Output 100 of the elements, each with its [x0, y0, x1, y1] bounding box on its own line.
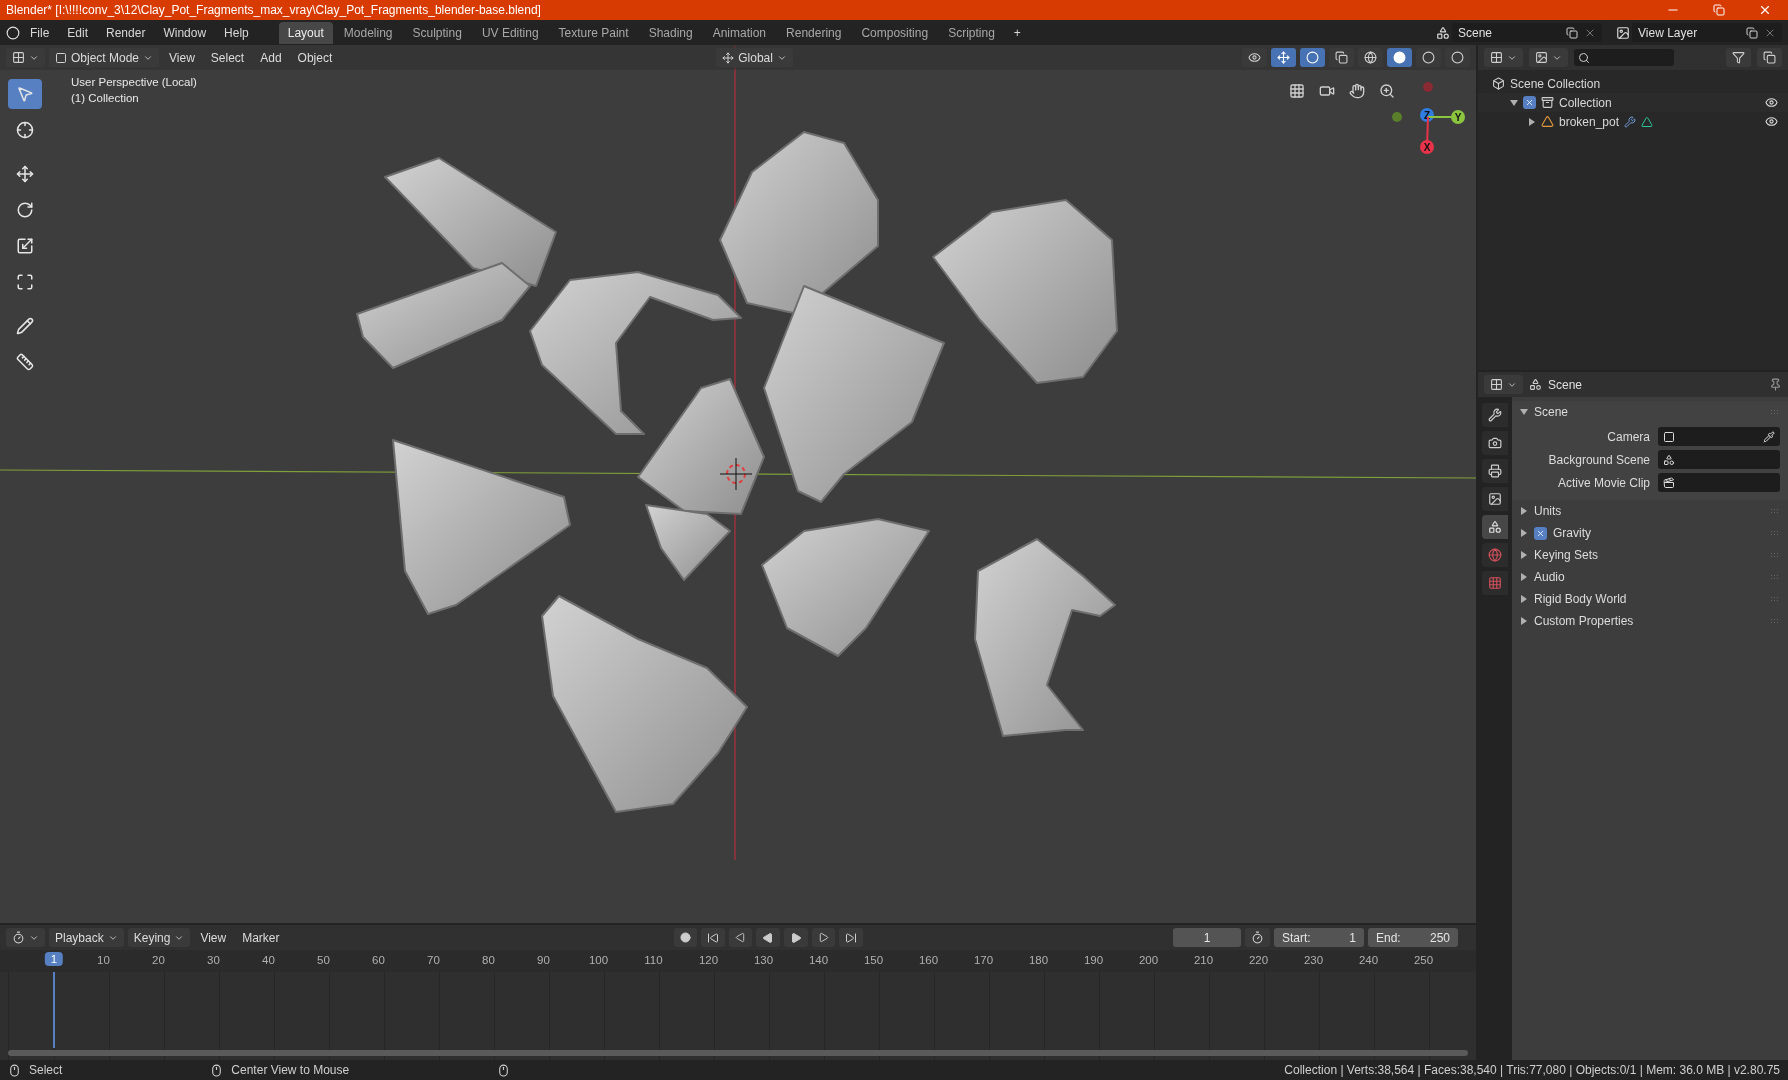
gizmo-handle-icon[interactable]	[1392, 112, 1402, 122]
panel-header[interactable]: Scene	[1512, 401, 1788, 423]
outliner-item[interactable]: Scene Collection	[1510, 76, 1601, 91]
caret-icon[interactable]	[1520, 617, 1528, 625]
mode-dropdown[interactable]: Object Mode	[49, 48, 160, 67]
workspace-tab[interactable]: Texture Paint	[549, 21, 638, 44]
frame-number: 90	[537, 954, 550, 966]
input-field[interactable]	[1658, 450, 1780, 469]
menu-item[interactable]: Edit	[59, 22, 97, 43]
solid-shading-button[interactable]	[1387, 48, 1412, 67]
panel-header[interactable]: Custom Properties	[1512, 610, 1788, 632]
menu-item[interactable]: View	[163, 48, 201, 67]
hand-icon	[1349, 83, 1365, 99]
display-mode-button[interactable]	[1484, 48, 1523, 67]
prev-keyframe-button[interactable]	[728, 928, 752, 947]
workspace-tab[interactable]: Sculpting	[403, 21, 471, 44]
menu-item[interactable]: File	[22, 22, 58, 43]
play-reverse-button[interactable]	[755, 928, 780, 947]
timeline-track[interactable]	[0, 972, 1476, 1060]
properties-tab[interactable]	[1482, 403, 1508, 427]
add-workspace-button[interactable]: +	[1005, 22, 1029, 43]
panel-header[interactable]: Audio	[1512, 566, 1788, 588]
menu-item[interactable]: Object	[291, 48, 339, 67]
menu-item[interactable]: Help	[216, 22, 257, 43]
caret-icon[interactable]	[1520, 573, 1528, 581]
panel-header[interactable]: Gravity	[1512, 522, 1788, 544]
caret-icon[interactable]	[1520, 507, 1528, 515]
filter-button[interactable]	[1726, 48, 1751, 67]
checkbox[interactable]	[1523, 96, 1536, 109]
start-frame-field[interactable]: Start: 1	[1274, 928, 1364, 947]
editor-type-button[interactable]	[6, 928, 45, 947]
outliner-item[interactable]: Collection	[1559, 95, 1612, 110]
material-shading-button[interactable]	[1416, 48, 1441, 67]
end-frame-field[interactable]: End: 250	[1368, 928, 1458, 947]
frame-number: 110	[644, 954, 663, 966]
view-layer-selector[interactable]: View Layer	[1632, 23, 1782, 42]
caret-icon[interactable]	[1520, 529, 1528, 537]
workspace-tab[interactable]: Scripting	[939, 21, 1004, 44]
mouse-icon	[497, 1063, 511, 1077]
outliner-item[interactable]: broken_pot	[1559, 114, 1620, 129]
next-keyframe-button[interactable]	[811, 928, 835, 947]
properties-title: Scene	[1548, 377, 1584, 392]
preview-range-button[interactable]	[1245, 928, 1270, 947]
new-collection-button[interactable]	[1757, 48, 1782, 67]
orientation-dropdown[interactable]: Global	[716, 48, 793, 67]
current-frame-field[interactable]: 1	[1173, 928, 1241, 947]
panel-header[interactable]: Rigid Body World	[1512, 588, 1788, 610]
caret-icon[interactable]	[1528, 117, 1536, 126]
caret-icon[interactable]	[1520, 408, 1528, 416]
search-field[interactable]	[1574, 49, 1674, 66]
menu-item[interactable]: Window	[155, 22, 215, 43]
eye-icon[interactable]	[1765, 96, 1778, 109]
menu-item[interactable]: Add	[254, 48, 288, 67]
menu-dropdown[interactable]: Playback	[49, 928, 124, 947]
scroll-bar[interactable]	[8, 1050, 1468, 1056]
workspace-tab[interactable]: Rendering	[777, 21, 851, 44]
properties-tab[interactable]	[1482, 515, 1508, 539]
workspace-tab[interactable]: Compositing	[852, 21, 938, 44]
menu-dropdown[interactable]: Keying	[127, 928, 191, 947]
eyedropper-icon	[1763, 430, 1775, 443]
xray-toggle[interactable]	[1329, 48, 1354, 67]
workspace-tab[interactable]: Shading	[639, 21, 702, 44]
current-frame-marker[interactable]: 1	[44, 952, 64, 966]
gizmo-toggle[interactable]	[1271, 48, 1296, 67]
properties-tab[interactable]	[1482, 431, 1508, 455]
visibility-button[interactable]	[1242, 48, 1267, 67]
menu-item[interactable]: Render	[98, 22, 154, 43]
workspace-tab[interactable]: Modeling	[334, 21, 402, 44]
eye-icon[interactable]	[1765, 115, 1778, 128]
caret-icon[interactable]	[1510, 98, 1518, 107]
solid-sphere-icon	[1393, 51, 1406, 64]
menu-item[interactable]: Select	[204, 48, 251, 67]
workspace-tab[interactable]: Layout	[278, 21, 333, 44]
wireframe-shading-button[interactable]	[1358, 48, 1383, 67]
reverse-play-icon	[761, 931, 774, 944]
input-field[interactable]	[1658, 473, 1780, 492]
rendered-shading-button[interactable]	[1445, 48, 1470, 67]
menu-item[interactable]: Marker	[236, 928, 286, 947]
play-button[interactable]	[783, 928, 808, 947]
filter-mode-button[interactable]	[1529, 48, 1568, 67]
properties-tab[interactable]	[1482, 487, 1508, 511]
menu-item[interactable]: View	[194, 928, 233, 947]
properties-tab[interactable]	[1482, 459, 1508, 483]
scene-selector[interactable]: Scene	[1452, 23, 1602, 42]
editor-type-button[interactable]	[1484, 375, 1523, 394]
jump-end-button[interactable]	[838, 928, 863, 947]
workspace-tab[interactable]: Animation	[703, 21, 776, 44]
workspace-tab[interactable]: UV Editing	[472, 21, 548, 44]
panel-header[interactable]: Units	[1512, 500, 1788, 522]
gizmo-handle-icon[interactable]	[1423, 82, 1433, 92]
caret-icon[interactable]	[1520, 595, 1528, 603]
editor-type-button[interactable]	[6, 48, 45, 67]
checkbox[interactable]	[1534, 526, 1547, 540]
caret-icon[interactable]	[1520, 551, 1528, 559]
camera-icon	[1488, 436, 1502, 450]
jump-start-button[interactable]	[700, 928, 725, 947]
overlay-toggle[interactable]	[1300, 48, 1325, 67]
record-button[interactable]	[673, 928, 697, 947]
panel-header[interactable]: Keying Sets	[1512, 544, 1788, 566]
input-field[interactable]	[1658, 427, 1780, 446]
